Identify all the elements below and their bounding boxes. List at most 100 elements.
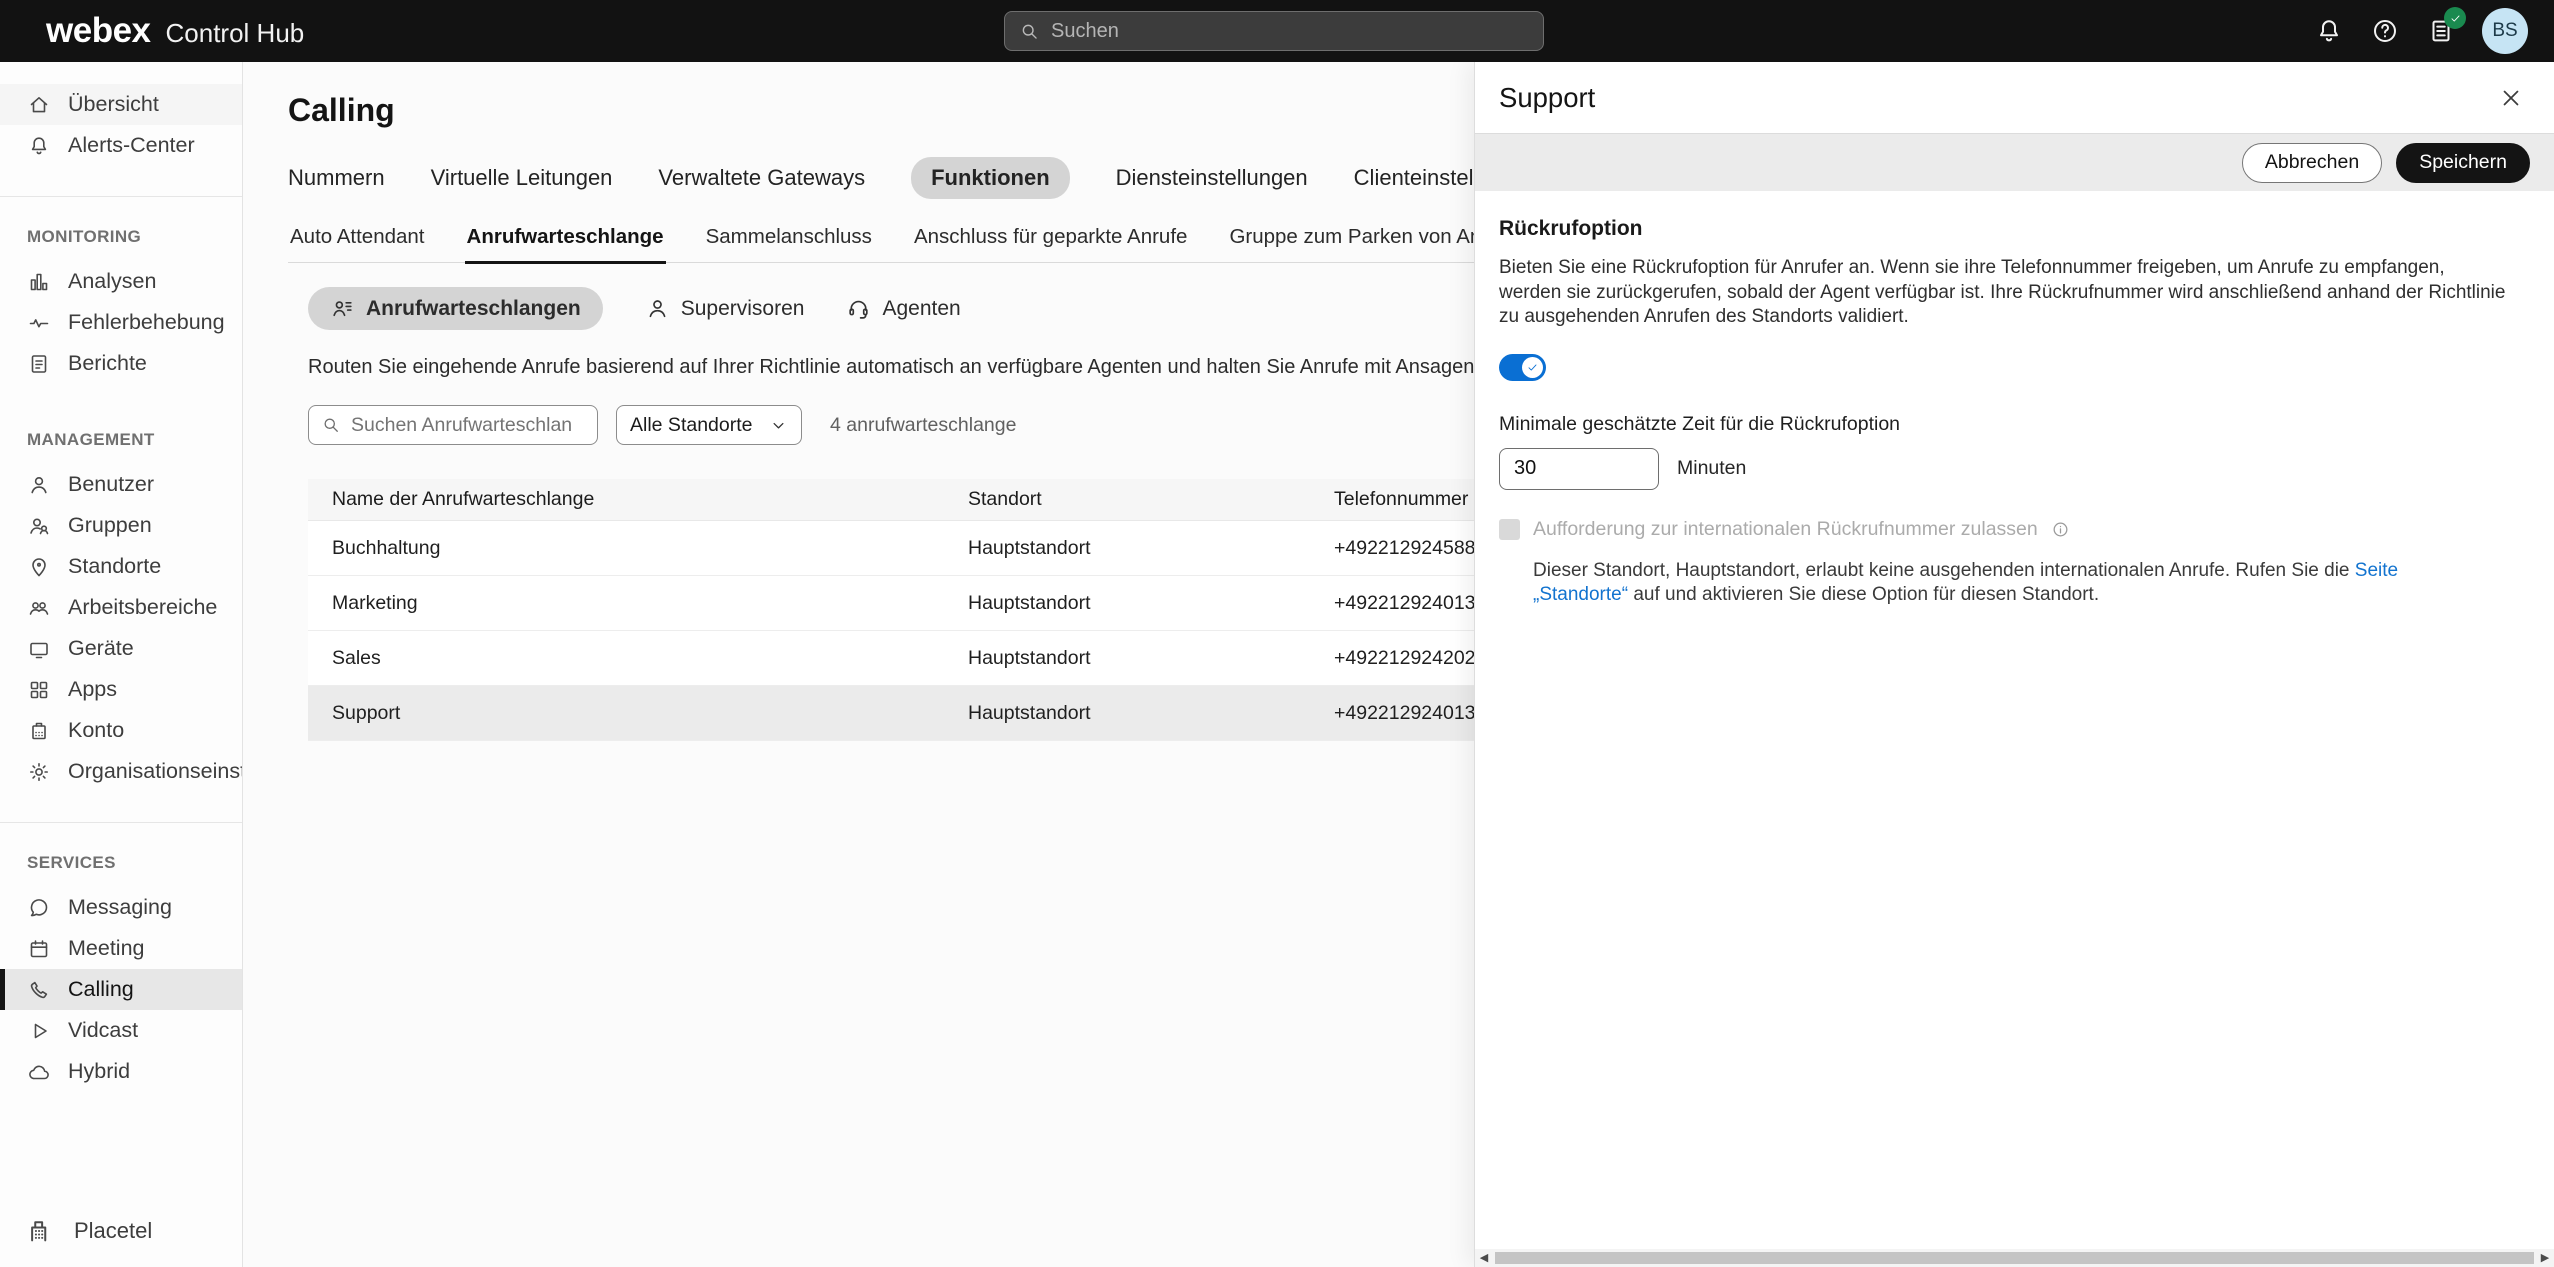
chat-icon — [27, 896, 51, 920]
note-text: auf und aktivieren Sie diese Option für … — [1628, 584, 2099, 605]
sidebar-item-standorte[interactable]: Standorte — [0, 546, 242, 587]
avatar[interactable]: BS — [2482, 8, 2528, 54]
scroll-right-icon[interactable]: ▶ — [2536, 1249, 2554, 1267]
sidebar-item-label: Arbeitsbereiche — [68, 595, 217, 620]
queue-search-input[interactable] — [351, 414, 585, 437]
sidebar-item-fehlerbehebung[interactable]: Fehlerbehebung — [0, 302, 242, 343]
sidebar-item-messaging[interactable]: Messaging — [0, 887, 242, 928]
sidebar-divider — [0, 822, 242, 823]
onboarding-tasks-button[interactable] — [2426, 16, 2456, 46]
detail-panel: Support Abbrechen Speichern Rückrufoptio… — [1474, 62, 2554, 1267]
phone-icon — [27, 978, 51, 1002]
grid-icon — [27, 678, 51, 702]
min-time-row: Minuten — [1499, 448, 2524, 490]
calendar-icon — [27, 937, 51, 961]
sidebar-item-analysen[interactable]: Analysen — [0, 261, 242, 302]
global-search-input[interactable] — [1051, 20, 1529, 43]
sidebar-item-alerts-center[interactable]: Alerts-Center — [0, 125, 242, 166]
sidebar-item-organisationseinstellungen[interactable]: Organisationseinstellun... — [0, 751, 242, 792]
horizontal-scrollbar[interactable]: ◀ ▶ — [1475, 1249, 2554, 1267]
panel-title: Support — [1499, 82, 1595, 114]
headset-icon — [846, 296, 871, 321]
toggle-knob — [1522, 357, 1543, 378]
sidebar-item-meeting[interactable]: Meeting — [0, 928, 242, 969]
sidebar-item-label: Geräte — [68, 636, 134, 661]
sidebar-section-management: MANAGEMENT — [27, 430, 242, 450]
location-filter-value: Alle Standorte — [630, 414, 753, 437]
queue-search[interactable] — [308, 405, 598, 445]
location-icon — [27, 555, 51, 579]
tab-diensteinstellungen[interactable]: Diensteinstellungen — [1116, 157, 1308, 199]
scrollbar-thumb[interactable] — [1495, 1252, 2534, 1264]
tab-funktionen[interactable]: Funktionen — [911, 157, 1070, 199]
callback-toggle[interactable] — [1499, 354, 1546, 381]
bell-icon — [27, 134, 51, 158]
international-callback-checkbox[interactable] — [1499, 519, 1520, 540]
result-count: 4 anrufwarteschlange — [830, 414, 1016, 437]
column-header-name[interactable]: Name der Anrufwarteschlange — [308, 488, 944, 511]
sidebar-section-services: SERVICES — [27, 853, 242, 873]
close-icon[interactable] — [2498, 85, 2524, 111]
global-search[interactable] — [1004, 11, 1544, 51]
queue-name: Marketing — [308, 592, 944, 615]
help-icon[interactable] — [2370, 16, 2400, 46]
sidebar-section-monitoring: MONITORING — [27, 227, 242, 247]
sidebar-item-calling[interactable]: Calling — [0, 969, 242, 1010]
column-header-standort[interactable]: Standort — [944, 488, 1310, 511]
sidebar-item-label: Alerts-Center — [68, 133, 195, 158]
check-icon — [1526, 361, 1539, 374]
queue-location: Hauptstandort — [944, 647, 1310, 670]
sidebar-item-konto[interactable]: Konto — [0, 710, 242, 751]
cancel-button[interactable]: Abbrechen — [2242, 143, 2382, 183]
sidebar-item-geraete[interactable]: Geräte — [0, 628, 242, 669]
callback-section-description: Bieten Sie eine Rückrufoption für Anrufe… — [1499, 256, 2511, 330]
people-icon — [27, 514, 51, 538]
pill-anrufwarteschlangen[interactable]: Anrufwarteschlangen — [308, 287, 603, 330]
sidebar-item-arbeitsbereiche[interactable]: Arbeitsbereiche — [0, 587, 242, 628]
sidebar-item-benutzer[interactable]: Benutzer — [0, 464, 242, 505]
international-callback-row: Aufforderung zur internationalen Rückruf… — [1499, 518, 2524, 541]
pill-supervisoren[interactable]: Supervisoren — [645, 287, 805, 330]
app-logo[interactable]: webex Control Hub — [46, 11, 304, 51]
sidebar-item-vidcast[interactable]: Vidcast — [0, 1010, 242, 1051]
chevron-down-icon — [769, 416, 788, 435]
sidebar-item-label: Konto — [68, 718, 124, 743]
sidebar-item-label: Übersicht — [68, 92, 159, 117]
sidebar-item-uebersicht[interactable]: Übersicht — [0, 84, 242, 125]
queue-name: Sales — [308, 647, 944, 670]
search-icon — [321, 415, 341, 435]
sidebar-item-label: Apps — [68, 677, 117, 702]
scroll-left-icon[interactable]: ◀ — [1475, 1249, 1493, 1267]
cloud-icon — [27, 1060, 51, 1084]
tab-virtuelle-leitungen[interactable]: Virtuelle Leitungen — [431, 157, 613, 199]
location-filter-dropdown[interactable]: Alle Standorte — [616, 405, 802, 445]
sidebar-item-label: Hybrid — [68, 1059, 130, 1084]
sidebar-item-label: Benutzer — [68, 472, 154, 497]
top-bar: webex Control Hub BS — [0, 0, 2554, 62]
play-icon — [27, 1019, 51, 1043]
sidebar-item-hybrid[interactable]: Hybrid — [0, 1051, 242, 1092]
queue-name: Support — [308, 702, 944, 725]
sidebar-item-berichte[interactable]: Berichte — [0, 343, 242, 384]
subtab-anschluss-geparkte-anrufe[interactable]: Anschluss für geparkte Anrufe — [912, 225, 1190, 264]
subtab-auto-attendant[interactable]: Auto Attendant — [288, 225, 427, 264]
subtab-anrufwarteschlange[interactable]: Anrufwarteschlange — [465, 225, 666, 264]
bar-chart-icon — [27, 270, 51, 294]
subtab-sammelanschluss[interactable]: Sammelanschluss — [704, 225, 874, 264]
pill-agenten[interactable]: Agenten — [846, 287, 960, 330]
person-icon — [645, 296, 670, 321]
min-time-input[interactable] — [1499, 448, 1659, 490]
save-button[interactable]: Speichern — [2396, 143, 2530, 183]
check-icon — [2449, 12, 2462, 25]
sidebar-item-gruppen[interactable]: Gruppen — [0, 505, 242, 546]
sidebar-item-placetel[interactable]: Placetel — [0, 1207, 242, 1255]
tab-verwaltete-gateways[interactable]: Verwaltete Gateways — [658, 157, 865, 199]
pill-label: Supervisoren — [681, 297, 805, 321]
sidebar-item-label: Standorte — [68, 554, 161, 579]
sidebar-item-apps[interactable]: Apps — [0, 669, 242, 710]
sidebar-item-label: Meeting — [68, 936, 145, 961]
panel-body: Rückrufoption Bieten Sie eine Rückrufopt… — [1475, 191, 2554, 608]
info-icon[interactable] — [2051, 520, 2070, 539]
tab-nummern[interactable]: Nummern — [288, 157, 385, 199]
notifications-icon[interactable] — [2314, 16, 2344, 46]
